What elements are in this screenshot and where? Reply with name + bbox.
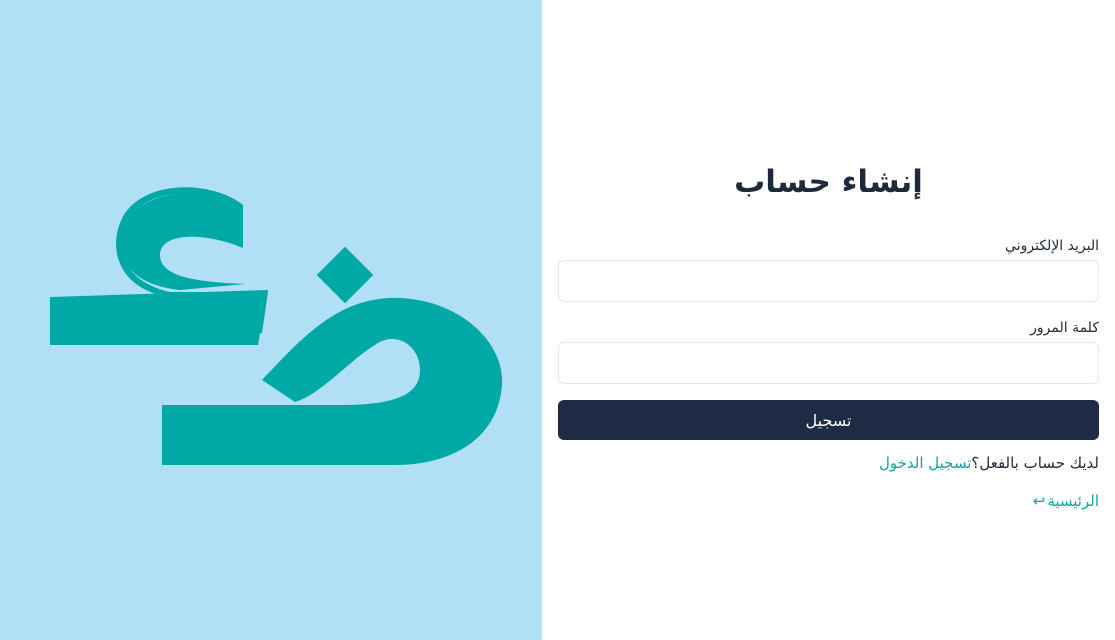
register-form: إنشاء حساب البريد الإلكتروني كلمة المرور…: [558, 150, 1099, 512]
home-link-row[interactable]: الرئيسية↩: [558, 490, 1099, 512]
dad-ain-logo: [50, 187, 503, 465]
have-account-text: لديك حساب بالفعل؟: [971, 454, 1099, 472]
password-label: كلمة المرور: [1030, 320, 1099, 336]
email-label: البريد الإلكتروني: [1005, 238, 1099, 254]
login-link[interactable]: تسجيل الدخول: [879, 454, 971, 472]
return-arrow-icon: ↩: [1032, 492, 1046, 510]
register-button[interactable]: تسجيل: [558, 400, 1099, 440]
form-panel: إنشاء حساب البريد الإلكتروني كلمة المرور…: [542, 0, 1115, 640]
brand-panel: [0, 0, 542, 640]
home-link[interactable]: الرئيسية: [1047, 492, 1099, 510]
email-field[interactable]: [558, 260, 1099, 302]
register-page: إنشاء حساب البريد الإلكتروني كلمة المرور…: [0, 0, 1115, 640]
page-title: إنشاء حساب: [734, 164, 923, 200]
login-prompt: لديك حساب بالفعل؟تسجيل الدخول: [558, 452, 1099, 474]
password-field[interactable]: [558, 342, 1099, 384]
logo-dot-shape: [316, 246, 374, 304]
